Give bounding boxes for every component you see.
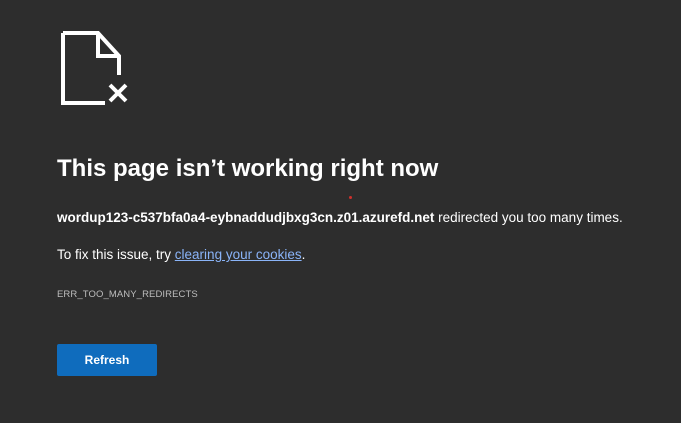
error-page: This page isn’t working right now wordup…	[0, 0, 681, 423]
refresh-button[interactable]: Refresh	[57, 344, 157, 376]
cursor-dot	[349, 196, 352, 199]
broken-page-icon	[61, 31, 128, 105]
fix-suggestion: To fix this issue, try clearing your coo…	[57, 246, 305, 264]
host-name: wordup123-c537bfa0a4-eybnaddudjbxg3cn.z0…	[57, 210, 435, 225]
page-title: This page isn’t working right now	[57, 155, 439, 182]
clear-cookies-link[interactable]: clearing your cookies	[175, 247, 302, 262]
fix-suffix: .	[301, 247, 306, 262]
redirect-message: wordup123-c537bfa0a4-eybnaddudjbxg3cn.z0…	[57, 209, 623, 227]
fix-prefix: To fix this issue, try	[57, 247, 175, 262]
error-code: ERR_TOO_MANY_REDIRECTS	[57, 289, 198, 300]
redirect-message-text: redirected you too many times.	[434, 210, 623, 225]
